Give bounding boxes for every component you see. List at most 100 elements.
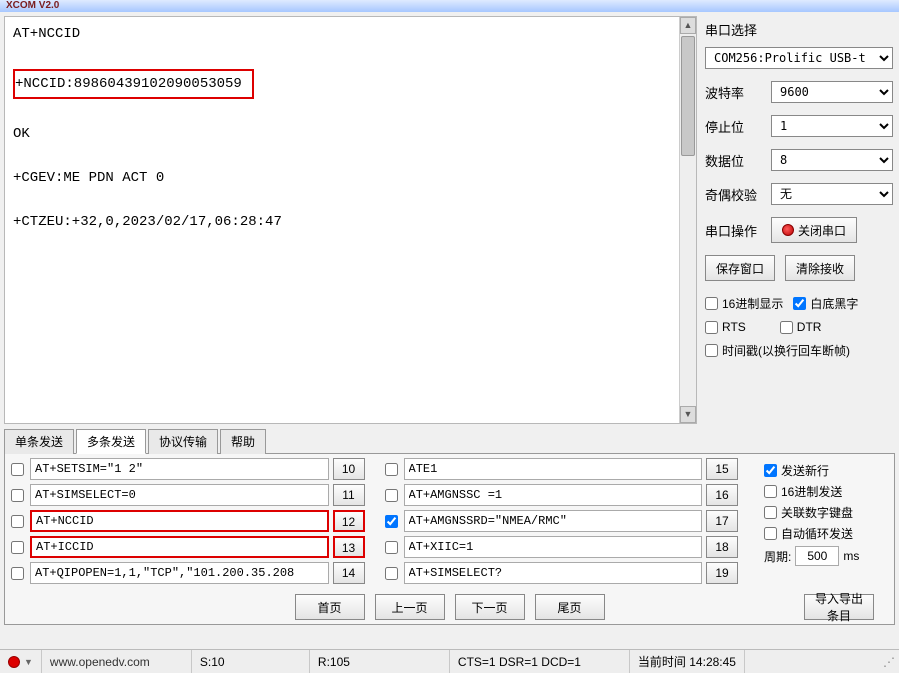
send-row-input[interactable] xyxy=(30,458,329,480)
send-row-input[interactable] xyxy=(404,562,703,584)
send-row: 10 xyxy=(11,458,365,480)
parity-select[interactable]: 无 xyxy=(771,183,893,205)
op-label: 串口操作 xyxy=(705,221,765,240)
clear-recv-button[interactable]: 清除接收 xyxy=(785,255,855,281)
dtr-label: DTR xyxy=(797,320,822,334)
send-row-button[interactable]: 11 xyxy=(333,484,365,506)
timestamp-checkbox[interactable] xyxy=(705,344,718,357)
page-prev-button[interactable]: 上一页 xyxy=(375,594,445,620)
send-row-input[interactable] xyxy=(30,510,329,532)
save-window-button[interactable]: 保存窗口 xyxy=(705,255,775,281)
send-row-button[interactable]: 14 xyxy=(333,562,365,584)
send-row-button[interactable]: 19 xyxy=(706,562,738,584)
record-icon xyxy=(782,224,794,236)
send-row-checkbox[interactable] xyxy=(11,567,24,580)
close-port-label: 关闭串口 xyxy=(798,222,846,239)
terminal-output[interactable]: AT+NCCID +NCCID:89860439102090053059 OK … xyxy=(5,17,679,423)
send-row-button[interactable]: 12 xyxy=(333,510,365,532)
resize-grip-icon[interactable]: ⋰ xyxy=(877,655,899,669)
send-row: 11 xyxy=(11,484,365,506)
send-row: 19 xyxy=(385,562,739,584)
send-left-column: 10 11 12 13 14 xyxy=(11,458,365,588)
status-lines: CTS=1 DSR=1 DCD=1 xyxy=(450,650,630,673)
white-bg-checkbox[interactable] xyxy=(793,297,806,310)
scroll-up-icon[interactable]: ▲ xyxy=(680,17,696,34)
send-hex-checkbox[interactable] xyxy=(764,485,777,498)
close-port-button[interactable]: 关闭串口 xyxy=(771,217,857,243)
send-row-button[interactable]: 15 xyxy=(706,458,738,480)
port-select-label: 串口选择 xyxy=(705,20,893,39)
baud-label: 波特率 xyxy=(705,83,765,102)
rts-label: RTS xyxy=(722,320,746,334)
import-export-button[interactable]: 导入导出条目 xyxy=(804,594,874,620)
send-row-checkbox[interactable] xyxy=(11,515,24,528)
send-row-button[interactable]: 16 xyxy=(706,484,738,506)
tab-3[interactable]: 帮助 xyxy=(220,429,266,454)
send-row-input[interactable] xyxy=(404,484,703,506)
send-row-button[interactable]: 18 xyxy=(706,536,738,558)
side-panel: 串口选择 COM256:Prolific USB-t 波特率 9600 停止位 … xyxy=(703,16,895,424)
send-row: 12 xyxy=(11,510,365,532)
page-next-button[interactable]: 下一页 xyxy=(455,594,525,620)
status-recv: R:105 xyxy=(310,650,450,673)
period-unit: ms xyxy=(843,549,859,563)
data-select[interactable]: 8 xyxy=(771,149,893,171)
send-row: 18 xyxy=(385,536,739,558)
send-row-checkbox[interactable] xyxy=(11,541,24,554)
status-dropdown-icon[interactable]: ▼ xyxy=(24,657,33,667)
send-row-input[interactable] xyxy=(30,536,329,558)
tab-1[interactable]: 多条发送 xyxy=(76,429,146,454)
period-input[interactable] xyxy=(795,546,839,566)
timestamp-label: 时间戳(以换行回车断帧) xyxy=(722,342,850,359)
send-row-checkbox[interactable] xyxy=(385,567,398,580)
terminal-highlight: +NCCID:89860439102090053059 xyxy=(13,69,254,99)
send-row-checkbox[interactable] xyxy=(385,541,398,554)
status-url[interactable]: www.openedv.com xyxy=(42,650,192,673)
dtr-checkbox[interactable] xyxy=(780,321,793,334)
send-row: 17 xyxy=(385,510,739,532)
baud-select[interactable]: 9600 xyxy=(771,81,893,103)
numpad-label: 关联数字键盘 xyxy=(781,504,853,521)
send-hex-label: 16进制发送 xyxy=(781,483,842,500)
send-row: 14 xyxy=(11,562,365,584)
stop-select[interactable]: 1 xyxy=(771,115,893,137)
port-select[interactable]: COM256:Prolific USB-t xyxy=(705,47,893,69)
loop-label: 自动循环发送 xyxy=(781,525,853,542)
terminal-scrollbar[interactable]: ▲ ▼ xyxy=(679,17,696,423)
parity-label: 奇偶校验 xyxy=(705,185,765,204)
scroll-track[interactable] xyxy=(680,34,696,406)
scroll-down-icon[interactable]: ▼ xyxy=(680,406,696,423)
status-dot-icon xyxy=(8,656,20,668)
stop-label: 停止位 xyxy=(705,117,765,136)
send-row-input[interactable] xyxy=(30,484,329,506)
send-row-checkbox[interactable] xyxy=(11,463,24,476)
send-row-checkbox[interactable] xyxy=(11,489,24,502)
hex-display-label: 16进制显示 xyxy=(722,295,783,312)
send-row-checkbox[interactable] xyxy=(385,515,398,528)
data-label: 数据位 xyxy=(705,151,765,170)
loop-checkbox[interactable] xyxy=(764,527,777,540)
page-last-button[interactable]: 尾页 xyxy=(535,594,605,620)
hex-display-checkbox[interactable] xyxy=(705,297,718,310)
send-newline-checkbox[interactable] xyxy=(764,464,777,477)
send-row-input[interactable] xyxy=(404,458,703,480)
send-row-checkbox[interactable] xyxy=(385,489,398,502)
send-row-input[interactable] xyxy=(404,510,703,532)
numpad-checkbox[interactable] xyxy=(764,506,777,519)
scroll-thumb[interactable] xyxy=(681,36,695,156)
send-row-button[interactable]: 10 xyxy=(333,458,365,480)
page-first-button[interactable]: 首页 xyxy=(295,594,365,620)
rts-checkbox[interactable] xyxy=(705,321,718,334)
send-right-column: 15 16 17 18 19 xyxy=(385,458,739,588)
send-row-input[interactable] xyxy=(30,562,329,584)
send-tabs: 单条发送多条发送协议传输帮助 10 11 12 13 14 15 16 17 18 19 发送新… xyxy=(0,428,899,625)
send-row-button[interactable]: 13 xyxy=(333,536,365,558)
send-newline-label: 发送新行 xyxy=(781,462,829,479)
send-row-checkbox[interactable] xyxy=(385,463,398,476)
title-bar: XCOM V2.0 xyxy=(0,0,899,12)
send-row-input[interactable] xyxy=(404,536,703,558)
tab-2[interactable]: 协议传输 xyxy=(148,429,218,454)
send-row: 13 xyxy=(11,536,365,558)
tab-0[interactable]: 单条发送 xyxy=(4,429,74,454)
send-row-button[interactable]: 17 xyxy=(706,510,738,532)
